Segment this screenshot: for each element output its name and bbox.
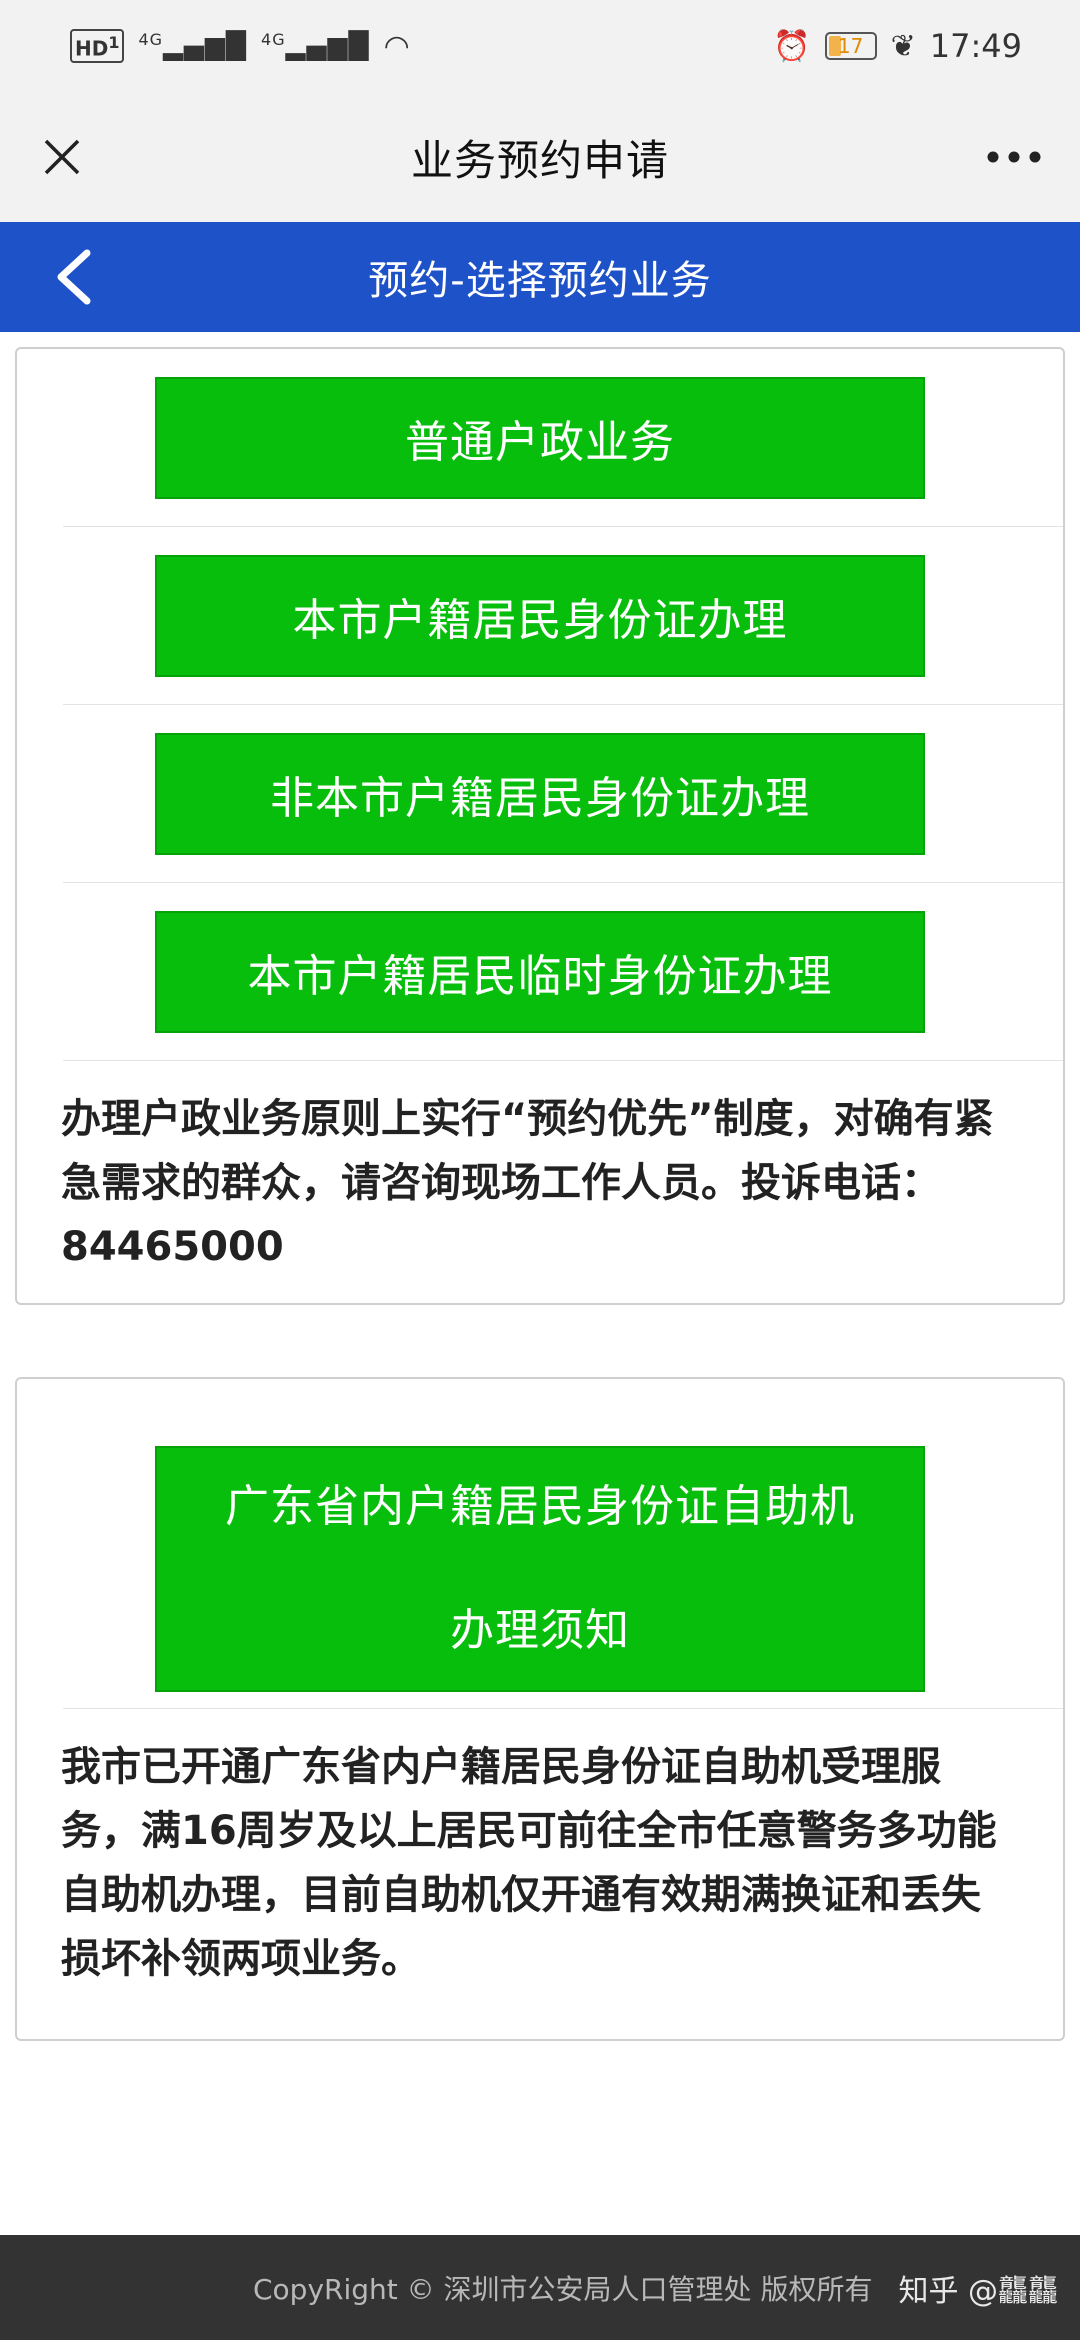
hd-badge: HD1: [70, 29, 125, 63]
booking-notice: 办理户政业务原则上实行“预约优先”制度，对确有紧急需求的群众，请咨询现场工作人员…: [61, 1096, 994, 1270]
button-line-2: 办理须知: [450, 1604, 630, 1656]
status-right: ⏰ 17 ❦ 17:49: [773, 27, 1022, 65]
list-item: 普通户政业务: [63, 349, 1063, 527]
status-time: 17:49: [929, 27, 1022, 65]
list-item: 本市户籍居民临时身份证办理: [63, 883, 1063, 1061]
general-household-button[interactable]: 普通户政业务: [155, 376, 925, 499]
list-item: 广东省内户籍居民身份证自助机 办理须知: [63, 1379, 1063, 1709]
battery-level: 17: [837, 34, 864, 58]
signal-icon-2: 4G▂▄▆█: [261, 30, 370, 62]
section-header: 预约-选择预约业务: [0, 222, 1080, 332]
battery-icon: 17: [824, 32, 877, 60]
status-bar: HD1 4G▂▄▆█ 4G▂▄▆█ ◠ ⏰ 17 ❦ 17:49: [0, 0, 1080, 92]
back-button[interactable]: [40, 244, 106, 310]
self-service-guide-button[interactable]: 广东省内户籍居民身份证自助机 办理须知: [155, 1445, 925, 1692]
list-item: 非本市户籍居民身份证办理: [63, 705, 1063, 883]
close-icon[interactable]: [30, 125, 94, 189]
signal-icon: 4G▂▄▆█: [138, 30, 248, 62]
footer: CopyRight © 深圳市公安局人口管理处 版权所有 知乎 @龘龘: [0, 2235, 1080, 2340]
title-bar: 业务预约申请: [0, 92, 1080, 222]
self-service-panel: 广东省内户籍居民身份证自助机 办理须知 我市已开通广东省内户籍居民身份证自助机受…: [15, 1377, 1065, 2041]
page-title: 业务预约申请: [410, 135, 669, 185]
wifi-icon: ◠: [383, 28, 410, 64]
chevron-left-icon: [57, 249, 91, 305]
section-title: 预约-选择预约业务: [368, 258, 712, 304]
self-service-notice: 我市已开通广东省内户籍居民身份证自助机受理服务，满16周岁及以上居民可前往全市任…: [61, 1744, 997, 1982]
status-left: HD1 4G▂▄▆█ 4G▂▄▆█ ◠: [70, 29, 410, 64]
list-item: 本市户籍居民身份证办理: [63, 527, 1063, 705]
temporary-id-card-button[interactable]: 本市户籍居民临时身份证办理: [155, 910, 925, 1033]
watermark: 知乎 @龘龘: [898, 2273, 1058, 2309]
local-id-card-button[interactable]: 本市户籍居民身份证办理: [155, 554, 925, 677]
more-icon[interactable]: [978, 125, 1050, 189]
button-line-1: 广东省内户籍居民身份证自助机: [225, 1480, 855, 1532]
booking-panel: 普通户政业务 本市户籍居民身份证办理 非本市户籍居民身份证办理 本市户籍居民临时…: [15, 347, 1065, 1305]
copyright-text: CopyRight © 深圳市公安局人口管理处 版权所有: [252, 2272, 873, 2306]
alarm-icon: ⏰: [773, 28, 811, 64]
leaf-icon: ❦: [890, 28, 916, 64]
nonlocal-id-card-button[interactable]: 非本市户籍居民身份证办理: [155, 732, 925, 855]
